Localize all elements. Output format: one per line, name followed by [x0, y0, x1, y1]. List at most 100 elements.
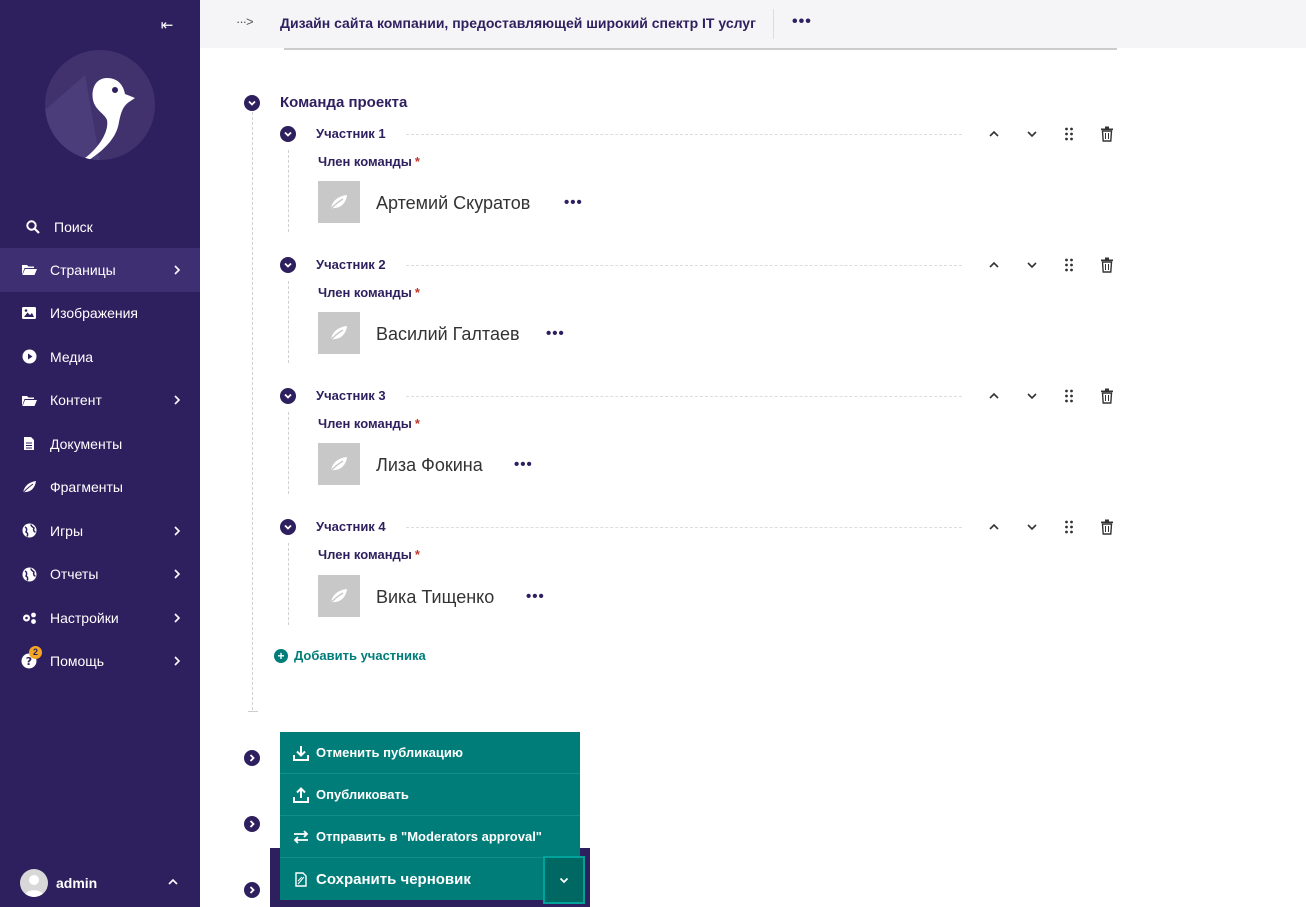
sidebar: ⇤ Поиск Страницы Изображения Медиа Конте… — [0, 0, 200, 907]
sidebar-item-pages[interactable]: Страницы — [0, 248, 200, 292]
menu-item-label: Отменить публикацию — [316, 745, 463, 760]
field-label: Член команды * — [318, 154, 420, 169]
member-guide-line — [288, 412, 289, 494]
member-guide-line — [288, 543, 289, 625]
field-label: Член команды * — [318, 547, 420, 562]
member-title: Участник 4 — [316, 519, 386, 534]
move-down-button[interactable] — [1024, 519, 1040, 535]
collapse-sidebar-icon[interactable]: ⇤ — [156, 14, 178, 36]
expand-section-button[interactable] — [244, 816, 260, 832]
sidebar-item-search[interactable]: Поиск — [0, 205, 200, 248]
person-name: Артемий Скуратов — [376, 193, 531, 213]
unpublish-button[interactable]: Отменить публикацию — [280, 732, 580, 774]
expand-section-button[interactable] — [244, 882, 260, 898]
upload-icon — [292, 786, 310, 804]
person-actions-button[interactable]: ••• — [546, 325, 565, 342]
avatar — [20, 869, 48, 897]
drag-handle[interactable] — [1061, 519, 1077, 535]
sidebar-item-games[interactable]: Игры — [0, 509, 200, 553]
chevron-down-icon — [559, 877, 569, 884]
move-up-button[interactable] — [986, 126, 1002, 142]
person-name: Лиза Фокина — [376, 455, 483, 475]
collapse-member-button[interactable] — [280, 519, 296, 535]
collapse-member-button[interactable] — [280, 126, 296, 142]
field-label-text: Член команды — [318, 285, 412, 300]
member-divider — [406, 527, 962, 528]
trash-icon — [1101, 257, 1113, 273]
search-icon — [24, 218, 42, 236]
sidebar-item-content[interactable]: Контент — [0, 379, 200, 423]
publish-button[interactable]: Опубликовать — [280, 774, 580, 816]
drag-handle[interactable] — [1061, 126, 1077, 142]
member-title: Участник 2 — [316, 257, 386, 272]
chevron-right-icon — [174, 569, 181, 579]
chevron-up-icon — [989, 523, 999, 530]
person-thumbnail[interactable] — [318, 312, 360, 354]
expand-section-button[interactable] — [244, 750, 260, 766]
add-member-button[interactable]: + Добавить участника — [274, 648, 426, 663]
member-guide-line — [288, 281, 289, 363]
move-down-button[interactable] — [1024, 257, 1040, 273]
required-mark: * — [414, 547, 420, 562]
sidebar-item-snippets[interactable]: Фрагменты — [0, 466, 200, 510]
chevron-up-icon — [989, 261, 999, 268]
field-label-text: Член команды — [318, 416, 412, 431]
sidebar-item-label: Настройки — [50, 609, 119, 626]
sidebar-item-help[interactable]: ? 2 Помощь — [0, 640, 200, 684]
wagtail-logo[interactable] — [45, 50, 155, 160]
person-actions-button[interactable]: ••• — [564, 194, 583, 211]
move-down-button[interactable] — [1024, 126, 1040, 142]
actions-dropdown-toggle[interactable] — [543, 856, 585, 904]
send-to-moderation-button[interactable]: Отправить в "Moderators approval" — [280, 816, 580, 858]
menu-item-label: Отправить в "Moderators approval" — [316, 829, 542, 844]
add-member-label: Добавить участника — [294, 648, 426, 663]
chevron-up-icon — [989, 130, 999, 137]
collapse-section-button[interactable] — [244, 95, 260, 111]
person-thumbnail[interactable] — [318, 575, 360, 617]
delete-button[interactable] — [1099, 519, 1115, 535]
plus-icon: + — [274, 648, 288, 663]
section-end-tick — [248, 711, 258, 712]
sidebar-item-images[interactable]: Изображения — [0, 292, 200, 336]
person-actions-button[interactable]: ••• — [514, 456, 533, 473]
sidebar-nav: Поиск Страницы Изображения Медиа Контент… — [0, 205, 200, 683]
grip-icon — [1065, 389, 1073, 403]
drag-handle[interactable] — [1061, 388, 1077, 404]
delete-button[interactable] — [1099, 126, 1115, 142]
username: admin — [56, 875, 98, 891]
move-up-button[interactable] — [986, 388, 1002, 404]
person-thumbnail[interactable] — [318, 181, 360, 223]
delete-button[interactable] — [1099, 388, 1115, 404]
field-label: Член команды * — [318, 416, 420, 431]
move-up-button[interactable] — [986, 257, 1002, 273]
delete-button[interactable] — [1099, 257, 1115, 273]
collapse-member-button[interactable] — [280, 388, 296, 404]
sidebar-item-documents[interactable]: Документы — [0, 422, 200, 466]
member-title: Участник 3 — [316, 388, 386, 403]
menu-item-label: Опубликовать — [316, 787, 409, 802]
chevron-up-icon — [989, 392, 999, 399]
save-draft-button[interactable]: Сохранить черновик — [280, 858, 580, 900]
leaf-icon — [329, 457, 347, 472]
chevron-right-icon — [249, 886, 255, 894]
move-down-button[interactable] — [1024, 388, 1040, 404]
chevron-down-icon — [284, 131, 292, 137]
person-thumbnail[interactable] — [318, 443, 360, 485]
chevron-up-icon — [168, 878, 178, 885]
drag-handle[interactable] — [1061, 257, 1077, 273]
required-mark: * — [414, 154, 420, 169]
move-up-button[interactable] — [986, 519, 1002, 535]
sidebar-item-media[interactable]: Медиа — [0, 335, 200, 379]
person-actions-button[interactable]: ••• — [526, 588, 545, 605]
play-icon — [20, 348, 38, 366]
collapse-member-button[interactable] — [280, 257, 296, 273]
sidebar-item-label: Медиа — [50, 348, 94, 365]
folder-open-icon — [20, 391, 38, 409]
sidebar-item-label: Помощь — [50, 653, 105, 670]
user-menu[interactable]: admin — [0, 859, 200, 907]
actions-dropdown-menu: Отменить публикацию Опубликовать Отправи… — [280, 732, 580, 858]
sidebar-item-reports[interactable]: Отчеты — [0, 553, 200, 597]
sidebar-item-settings[interactable]: Настройки — [0, 596, 200, 640]
sidebar-item-label: Документы — [50, 435, 123, 452]
chevron-down-icon — [284, 524, 292, 530]
